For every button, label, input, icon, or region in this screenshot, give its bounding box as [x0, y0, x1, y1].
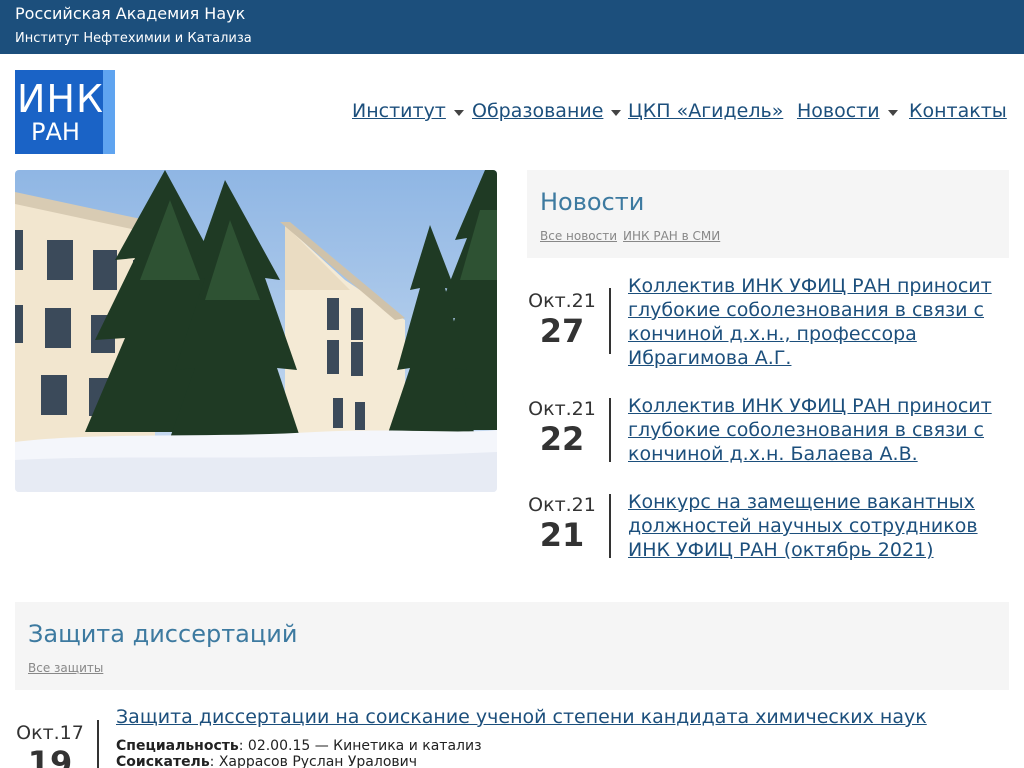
- news-date-month: Окт.21: [528, 290, 596, 312]
- dissertations-section-header: Защита диссертаций Все защиты: [15, 602, 1009, 690]
- news-section-header: Новости Все новости ИНК РАН в СМИ: [527, 170, 1009, 258]
- chevron-down-icon[interactable]: [887, 109, 898, 116]
- dissertation-item: Окт.17 19 Защита диссертации на соискани…: [15, 706, 1009, 768]
- dissertations-sublinks: Все защиты: [28, 657, 109, 676]
- dissertations-section-title: Защита диссертаций: [28, 620, 298, 648]
- news-date: Окт.21 21: [527, 494, 597, 554]
- news-section-title: Новости: [540, 188, 645, 216]
- nav-item-news[interactable]: Новости: [797, 100, 898, 126]
- academy-name: Российская Академия Наук: [15, 4, 246, 23]
- dissertation-specialty: Специальность: 02.00.15 — Кинетика и кат…: [116, 738, 482, 754]
- news-sublinks: Все новости ИНК РАН в СМИ: [540, 225, 726, 244]
- nav-education-link[interactable]: Образование: [472, 100, 603, 122]
- news-date-month: Окт.21: [528, 398, 596, 420]
- top-header-bar: Российская Академия Наук Институт Нефтех…: [0, 0, 1024, 54]
- all-defenses-link[interactable]: Все защиты: [28, 661, 103, 675]
- news-date-month: Окт.21: [528, 494, 596, 516]
- nav-item-contacts[interactable]: Контакты: [909, 100, 1007, 126]
- dissertation-date: Окт.17 19: [15, 722, 85, 768]
- applicant-label: Соискатель: [116, 754, 210, 768]
- ink-ran-logo[interactable]: ИНК РАН: [15, 70, 115, 154]
- logo-text-ink: ИНК: [17, 77, 104, 121]
- nav-item-institute[interactable]: Институт: [352, 100, 464, 126]
- chevron-down-icon[interactable]: [611, 109, 622, 116]
- institute-building-photo: [15, 170, 497, 492]
- news-divider: [609, 398, 611, 462]
- applicant-value: : Харрасов Руслан Уралович: [209, 754, 418, 768]
- news-item-link[interactable]: Коллектив ИНК УФИЦ РАН приносит глубокие…: [628, 274, 1003, 370]
- news-date-day: 21: [539, 516, 585, 554]
- news-item: Окт.21 21 Конкурс на замещение вакантных…: [527, 490, 1009, 562]
- dissertation-divider: [97, 720, 99, 768]
- specialty-value: : 02.00.15 — Кинетика и катализ: [238, 738, 482, 754]
- news-item-link[interactable]: Коллектив ИНК УФИЦ РАН приносит глубокие…: [628, 394, 1003, 466]
- news-date-day: 27: [539, 312, 585, 350]
- nav-institute-link[interactable]: Институт: [352, 100, 446, 122]
- news-date: Окт.21 27: [527, 290, 597, 350]
- dissertation-applicant: Соискатель: Харрасов Руслан Уралович: [116, 754, 417, 768]
- dissertation-title-link[interactable]: Защита диссертации на соискание ученой с…: [116, 706, 927, 728]
- news-item-link[interactable]: Конкурс на замещение вакантных должносте…: [628, 490, 1003, 562]
- news-item: Окт.21 27 Коллектив ИНК УФИЦ РАН приноси…: [527, 274, 1009, 370]
- nav-item-education[interactable]: Образование: [472, 100, 622, 126]
- nav-item-ckp-agidel[interactable]: ЦКП «Агидель»: [628, 100, 783, 126]
- dissertation-date-day: 19: [27, 744, 73, 768]
- specialty-label: Специальность: [116, 738, 239, 754]
- dissertation-date-month: Окт.17: [16, 722, 84, 744]
- nav-contacts-link[interactable]: Контакты: [909, 100, 1007, 122]
- news-divider: [609, 288, 611, 354]
- news-date: Окт.21 22: [527, 398, 597, 458]
- ink-ran-in-media-link[interactable]: ИНК РАН в СМИ: [623, 229, 720, 243]
- nav-news-link[interactable]: Новости: [797, 100, 880, 122]
- logo-text-ran: РАН: [31, 118, 80, 146]
- chevron-down-icon[interactable]: [453, 109, 464, 116]
- news-date-day: 22: [539, 420, 585, 458]
- news-divider: [609, 494, 611, 558]
- logo-stripe: [103, 70, 115, 154]
- nav-ckp-link[interactable]: ЦКП «Агидель»: [628, 100, 783, 122]
- all-news-link[interactable]: Все новости: [540, 229, 617, 243]
- news-item: Окт.21 22 Коллектив ИНК УФИЦ РАН приноси…: [527, 394, 1009, 466]
- institute-name: Институт Нефтехимии и Катализа: [15, 31, 252, 46]
